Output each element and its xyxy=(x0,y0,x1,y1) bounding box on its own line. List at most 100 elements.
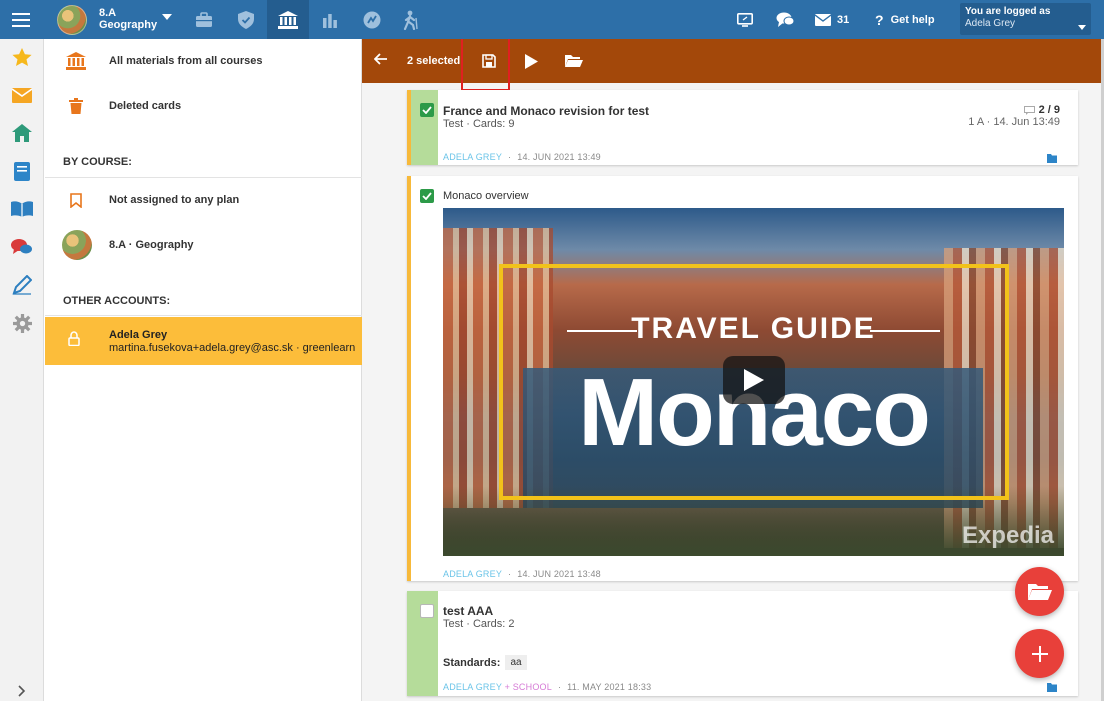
other-accounts-heading: OTHER ACCOUNTS: xyxy=(63,295,171,307)
deleted-cards-label: Deleted cards xyxy=(109,100,182,112)
messages-button[interactable]: 31 xyxy=(815,0,855,39)
comment-icon xyxy=(1023,105,1035,115)
course-avatar[interactable] xyxy=(57,5,87,35)
card-title: test AAA xyxy=(443,604,494,618)
folder-icon[interactable] xyxy=(1047,679,1058,697)
card-date: 14. JUN 2021 13:49 xyxy=(517,152,601,162)
course-avatar xyxy=(62,230,92,260)
card-author[interactable]: ADELA GREY xyxy=(443,682,502,692)
all-materials-item[interactable]: All materials from all courses xyxy=(45,39,362,83)
selected-count: 2 selected: xyxy=(407,55,464,67)
content-area: 2 selected: France and Monaco revision f… xyxy=(362,39,1104,701)
move-to-folder-button[interactable] xyxy=(562,49,586,73)
course-switcher[interactable]: 8.A Geography xyxy=(99,7,157,31)
open-folder-fab[interactable] xyxy=(1015,567,1064,616)
bank-icon[interactable] xyxy=(267,0,309,39)
open-book-icon[interactable] xyxy=(0,194,44,224)
logged-label: You are logged as xyxy=(965,6,1051,17)
card-footer: ADELA GREY + SCHOOL · 11. MAY 2021 18:33 xyxy=(443,682,652,692)
play-button[interactable] xyxy=(519,49,543,73)
card-footer: ADELA GREY · 14. JUN 2021 13:49 xyxy=(443,152,601,162)
all-materials-label: All materials from all courses xyxy=(109,55,263,67)
not-assigned-label: Not assigned to any plan xyxy=(109,194,240,206)
user-menu[interactable]: You are logged as Adela Grey xyxy=(960,3,1091,35)
folder-icon[interactable] xyxy=(1047,150,1058,168)
card-subtitle: Test · Cards: 9 xyxy=(443,118,515,130)
card-footer: ADELA GREY · 14. JUN 2021 13:48 xyxy=(443,569,601,579)
trash-icon xyxy=(66,96,86,116)
chevron-down-icon[interactable] xyxy=(160,10,174,24)
account-name: Adela Grey xyxy=(109,329,168,341)
chat-icon[interactable] xyxy=(774,0,796,39)
card-standards: Standards: aa xyxy=(443,655,527,670)
course-class: 8.A xyxy=(99,7,117,19)
play-button[interactable] xyxy=(723,356,785,404)
menu-icon[interactable] xyxy=(0,0,42,39)
card-date: 14. JUN 2021 13:48 xyxy=(517,569,601,579)
help-label: Get help xyxy=(890,13,935,26)
deleted-cards-item[interactable]: Deleted cards xyxy=(45,84,362,128)
bar-chart-icon[interactable] xyxy=(309,0,351,39)
star-icon[interactable] xyxy=(0,42,44,72)
book-icon[interactable] xyxy=(0,156,44,186)
top-bar: 8.A Geography 31 ? Get help You are logg… xyxy=(0,0,1104,39)
card-title: France and Monaco revision for test xyxy=(443,104,650,118)
envelope-icon xyxy=(815,13,831,26)
card-item[interactable]: Monaco overview TRAVEL GUIDE Monaco Expe… xyxy=(407,176,1078,581)
card-item[interactable]: test AAA Test · Cards: 2 Standards: aa A… xyxy=(407,591,1078,696)
card-progress-value: 2 / 9 xyxy=(1038,104,1060,116)
envelope-icon[interactable] xyxy=(0,80,44,110)
card-select-column xyxy=(411,591,438,696)
icon-rail xyxy=(0,39,44,701)
card-title: Monaco overview xyxy=(443,190,529,202)
card-school[interactable]: + SCHOOL xyxy=(505,682,552,692)
account-item[interactable]: Adela Grey martina.fusekova+adela.grey@a… xyxy=(45,317,362,365)
chevron-down-icon xyxy=(1078,25,1086,30)
course-subject: Geography xyxy=(99,19,158,31)
gear-icon[interactable] xyxy=(0,308,44,338)
materials-panel: All materials from all courses Deleted c… xyxy=(45,39,362,701)
card-checkbox[interactable] xyxy=(420,604,434,618)
selection-toolbar: 2 selected: xyxy=(362,39,1104,91)
card-author[interactable]: ADELA GREY xyxy=(443,152,502,162)
card-checkbox[interactable] xyxy=(420,103,434,117)
back-arrow-icon[interactable] xyxy=(373,52,392,70)
by-course-heading: BY COURSE: xyxy=(63,156,132,168)
play-icon xyxy=(524,53,538,69)
lock-icon xyxy=(68,331,80,351)
divider xyxy=(45,315,362,316)
card-progress: 2 / 9 xyxy=(1023,104,1060,116)
bank-icon xyxy=(66,51,86,71)
plus-icon xyxy=(1031,645,1048,662)
card-select-column xyxy=(411,176,438,581)
card-author[interactable]: ADELA GREY xyxy=(443,569,502,579)
ranking-icon[interactable] xyxy=(351,0,393,39)
shield-icon[interactable] xyxy=(225,0,267,39)
highlight-box xyxy=(461,39,510,91)
home-icon[interactable] xyxy=(0,118,44,148)
course-item-label: 8.A · Geography xyxy=(109,239,194,251)
help-button[interactable]: ? Get help xyxy=(875,0,945,39)
help-icon: ? xyxy=(875,11,884,28)
video-heading: TRAVEL GUIDE xyxy=(631,312,876,345)
card-select-column xyxy=(411,90,438,165)
card-checkbox[interactable] xyxy=(420,189,434,203)
standards-tag[interactable]: aa xyxy=(505,655,527,670)
not-assigned-item[interactable]: Not assigned to any plan xyxy=(45,178,362,222)
hiking-icon[interactable] xyxy=(389,0,431,39)
add-fab[interactable] xyxy=(1015,629,1064,678)
screen-cast-icon[interactable] xyxy=(735,0,755,39)
discussion-icon[interactable] xyxy=(0,232,44,262)
course-item[interactable]: 8.A · Geography xyxy=(45,223,362,267)
video-brand: Expedia xyxy=(961,522,1054,549)
card-date: 11. MAY 2021 18:33 xyxy=(567,682,652,692)
bookmark-icon xyxy=(66,190,86,210)
card-item[interactable]: France and Monaco revision for test Test… xyxy=(407,90,1078,165)
folder-open-icon xyxy=(565,55,583,67)
card-meta: 1 A · 14. Jun 13:49 xyxy=(968,116,1060,128)
standards-label: Standards: xyxy=(443,656,501,669)
expand-chevron-icon[interactable] xyxy=(0,681,44,701)
video-thumbnail[interactable]: TRAVEL GUIDE Monaco Expedia xyxy=(443,208,1064,556)
pen-icon[interactable] xyxy=(0,270,44,300)
briefcase-icon[interactable] xyxy=(183,0,225,39)
